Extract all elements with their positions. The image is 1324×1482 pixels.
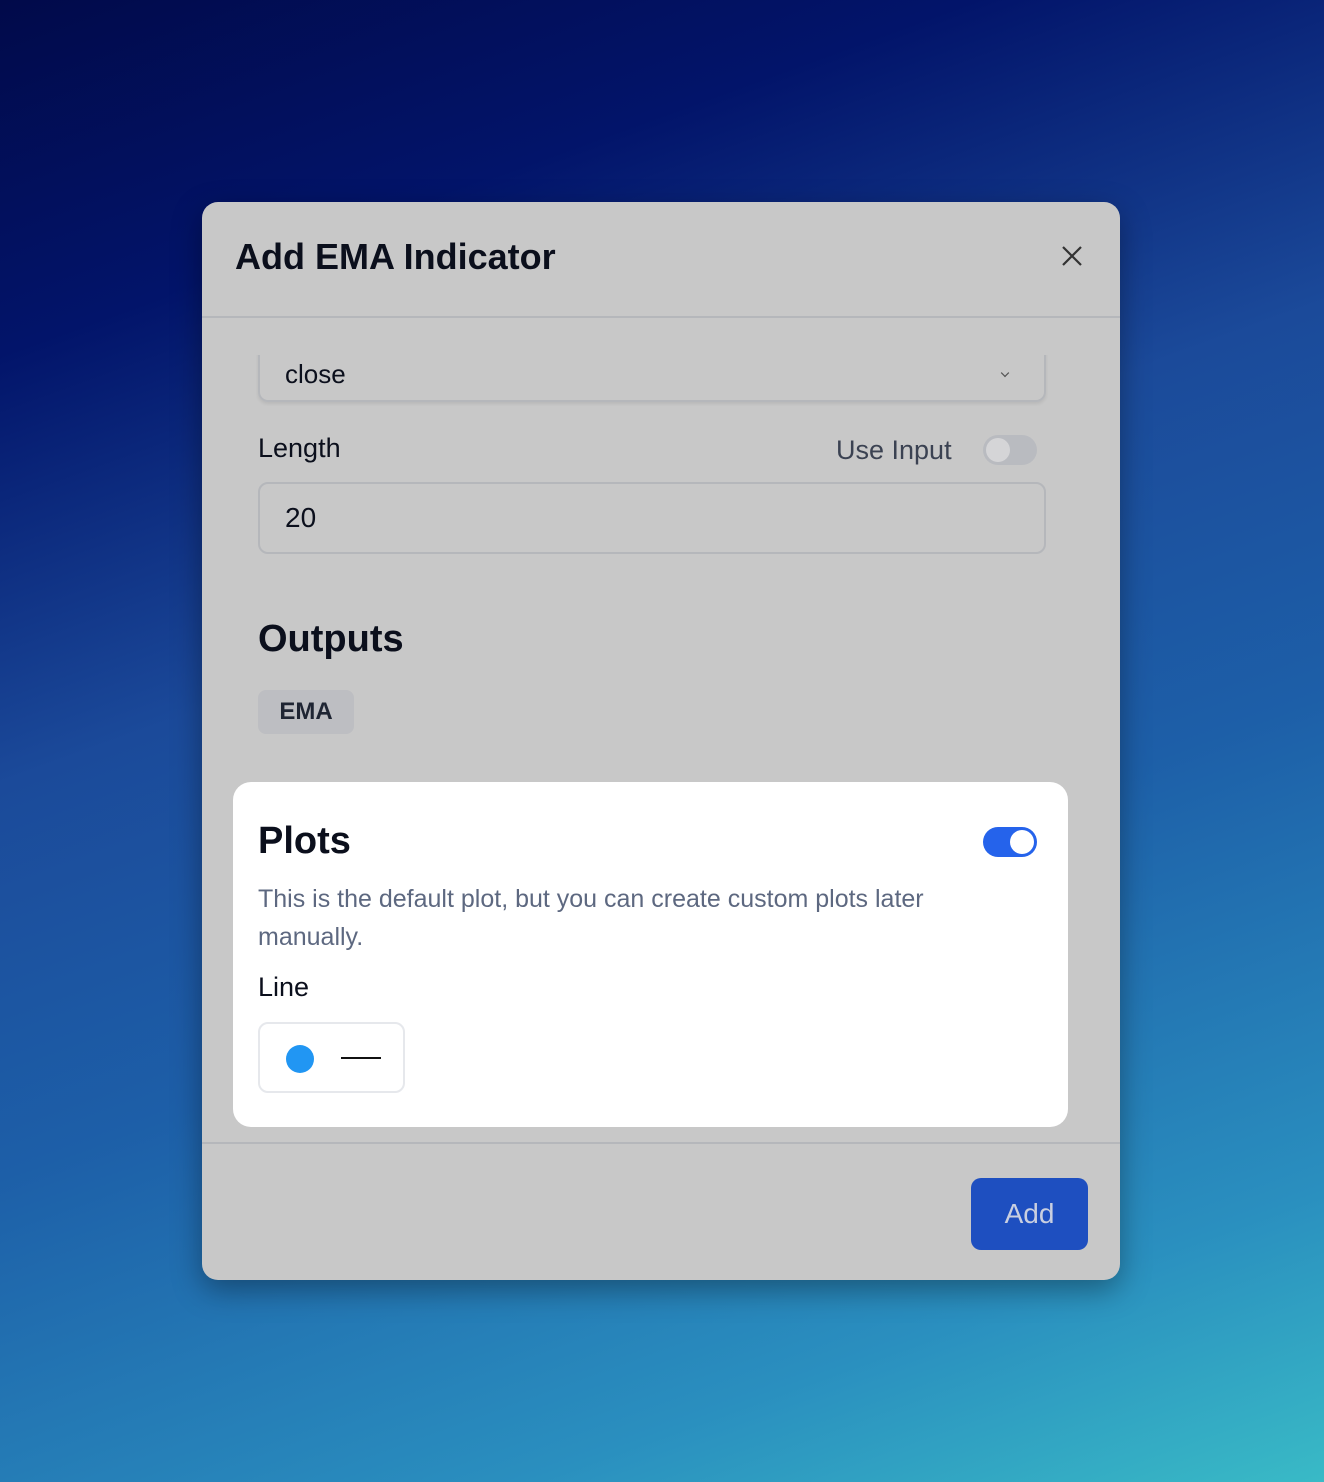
chevron-down-icon [1000,368,1010,378]
close-icon[interactable] [1058,242,1086,270]
plots-toggle[interactable] [983,827,1037,857]
plots-heading: Plots [258,820,351,862]
length-label: Length [258,433,341,463]
dialog-footer: Add [202,1142,1120,1280]
dialog-body[interactable]: close Length Use Input 20 Outputs EMA Pl… [202,355,1120,1142]
source-select-value: close [285,359,346,389]
use-input-label: Use Input [836,435,952,465]
output-badge-ema: EMA [258,690,354,734]
dialog-title: Add EMA Indicator [235,236,556,277]
plots-description: This is the default plot, but you can cr… [258,885,924,951]
length-input[interactable]: 20 [258,482,1046,554]
line-label: Line [258,972,310,1002]
outputs-heading: Outputs [258,618,404,660]
dialog-header: Add EMA Indicator [202,202,1120,318]
add-indicator-dialog: Add EMA Indicator close Length Use Input… [202,202,1120,1280]
use-input-toggle[interactable] [983,435,1037,465]
color-dot-icon [286,1045,314,1073]
add-button[interactable]: Add [971,1178,1088,1250]
line-style-icon [341,1057,381,1059]
plots-card: Plots This is the default plot, but you … [233,782,1068,1127]
line-style-picker[interactable] [258,1022,405,1093]
source-select[interactable]: close [258,355,1046,402]
toggle-knob [1010,830,1034,854]
toggle-knob [986,438,1010,462]
